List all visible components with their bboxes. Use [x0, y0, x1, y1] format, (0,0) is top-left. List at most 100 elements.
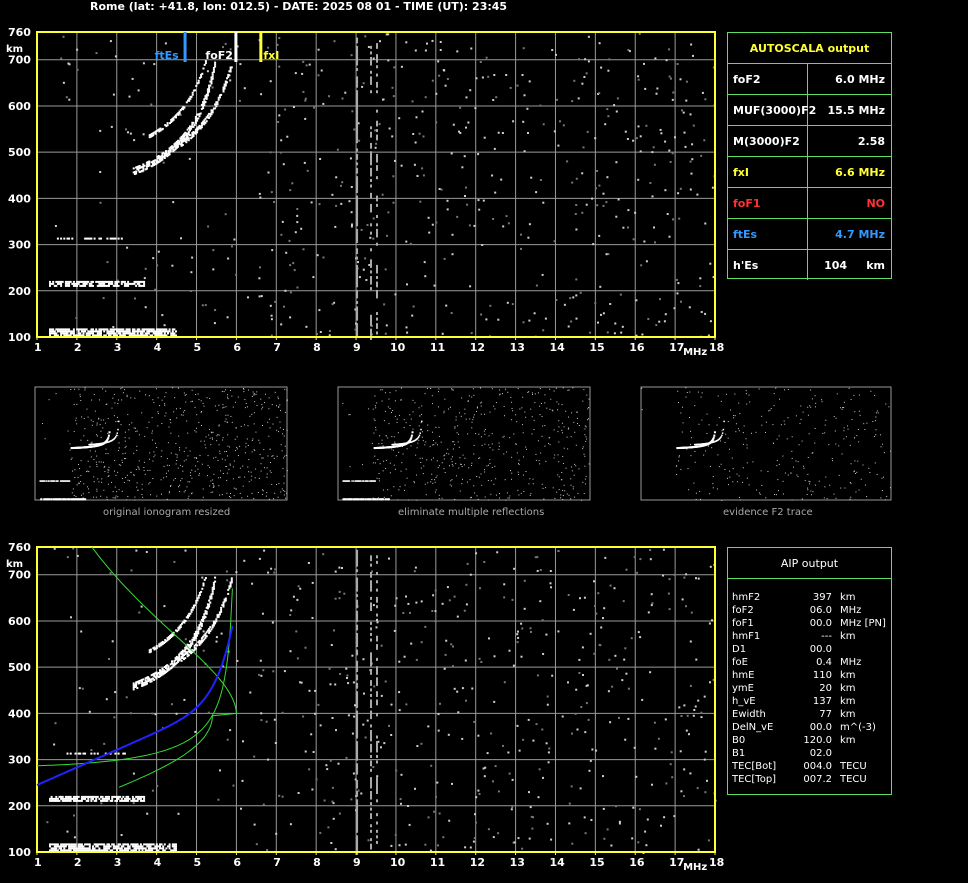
- thumb-dot: [393, 436, 395, 438]
- interference-dot: [370, 824, 373, 828]
- echo-dot: [63, 847, 66, 850]
- echo-dot: [117, 752, 120, 755]
- noise-dot: [322, 256, 325, 259]
- thumb-dot: [435, 426, 437, 428]
- noise-dot: [683, 795, 685, 798]
- thumb-dot: [70, 458, 72, 460]
- echo-dot: [169, 150, 172, 153]
- x-tick-label: 1: [34, 341, 42, 354]
- thumb-echo: [57, 480, 59, 482]
- thumb-dot: [374, 455, 376, 457]
- noise-dot: [703, 139, 706, 142]
- thumb-dot: [73, 494, 75, 496]
- thumb-dot: [269, 427, 271, 429]
- echo-dot: [128, 797, 131, 800]
- thumb-dot: [576, 411, 578, 413]
- noise-dot: [651, 195, 654, 198]
- echo-dot: [184, 657, 187, 660]
- interference-dot: [370, 669, 373, 672]
- thumb-dot: [182, 465, 184, 467]
- thumb-dot: [699, 498, 701, 500]
- thumb-dot: [847, 425, 849, 427]
- thumb-dot: [278, 431, 280, 433]
- thumb-dot: [155, 388, 157, 390]
- thumb-dot: [532, 478, 534, 480]
- noise-dot: [624, 130, 627, 133]
- echo-dot: [229, 583, 232, 586]
- interference-dot: [356, 605, 359, 609]
- interference-dot: [356, 763, 359, 767]
- interference-dot: [356, 195, 359, 199]
- thumb-dot: [179, 407, 181, 409]
- noise-dot: [557, 144, 560, 147]
- echo-dot: [143, 282, 146, 285]
- interference-dot: [356, 699, 359, 703]
- thumb-dot: [549, 408, 551, 410]
- noise-dot: [408, 823, 411, 826]
- noise-dot: [337, 762, 340, 765]
- noise-dot: [614, 654, 617, 657]
- interference-dot: [356, 835, 359, 839]
- noise-dot: [465, 603, 468, 606]
- thumb-dot: [177, 486, 179, 488]
- thumb-dot: [173, 411, 175, 413]
- thumb-dot: [582, 446, 584, 448]
- interference-dot: [356, 228, 359, 232]
- echo-dot: [52, 282, 55, 285]
- thumb-dot: [451, 463, 453, 465]
- thumb-dot: [826, 498, 828, 500]
- echo-dot: [152, 134, 155, 137]
- thumb-dot: [348, 414, 350, 416]
- interference-dot: [356, 56, 359, 60]
- noise-dot: [492, 836, 495, 839]
- noise-dot: [102, 297, 105, 300]
- thumb-dot: [782, 455, 784, 457]
- noise-dot: [271, 249, 274, 252]
- echo-dot: [120, 847, 123, 850]
- thumb-dot: [498, 445, 500, 447]
- thumb-dot: [484, 429, 486, 431]
- echo-dot: [60, 284, 63, 287]
- noise-dot: [251, 582, 254, 585]
- thumb-dot: [507, 497, 509, 499]
- noise-dot: [626, 138, 629, 140]
- interference-dot: [376, 242, 378, 246]
- interference-dot: [370, 768, 373, 772]
- noise-dot: [424, 843, 427, 846]
- thumb-dot: [734, 415, 736, 417]
- thumb-dot: [379, 435, 381, 437]
- noise-dot: [398, 709, 401, 712]
- interference-dot: [376, 276, 378, 279]
- interference-dot: [370, 846, 373, 850]
- thumb-dot: [712, 483, 714, 485]
- noise-dot: [571, 842, 574, 845]
- echo-dot: [218, 96, 221, 99]
- noise-dot: [383, 303, 386, 306]
- thumb-dot: [438, 494, 440, 496]
- noise-dot: [541, 728, 544, 731]
- noise-dot: [452, 645, 454, 648]
- thumb-dot: [517, 462, 519, 464]
- interference-dot: [376, 134, 378, 138]
- echo-dot: [178, 112, 181, 115]
- thumb-dot: [566, 436, 568, 438]
- echo-dot: [212, 68, 215, 71]
- interference-dot: [356, 276, 359, 279]
- noise-dot: [106, 261, 109, 264]
- thumb-dot: [183, 411, 185, 413]
- thumb-dot: [268, 418, 270, 420]
- thumb-dot: [76, 403, 78, 405]
- noise-dot: [497, 790, 500, 793]
- interference-dot: [370, 259, 373, 263]
- noise-dot: [419, 200, 422, 203]
- thumb-dot: [165, 412, 167, 414]
- thumb-dot: [452, 448, 454, 450]
- noise-dot: [214, 309, 217, 311]
- thumb-dot: [886, 495, 888, 497]
- thumb-dot: [833, 493, 835, 495]
- y-tick-label: 300: [8, 239, 31, 252]
- thumb-dot: [232, 478, 234, 480]
- noise-dot: [522, 321, 525, 324]
- thumb-dot: [283, 475, 285, 477]
- noise-dot: [375, 626, 378, 629]
